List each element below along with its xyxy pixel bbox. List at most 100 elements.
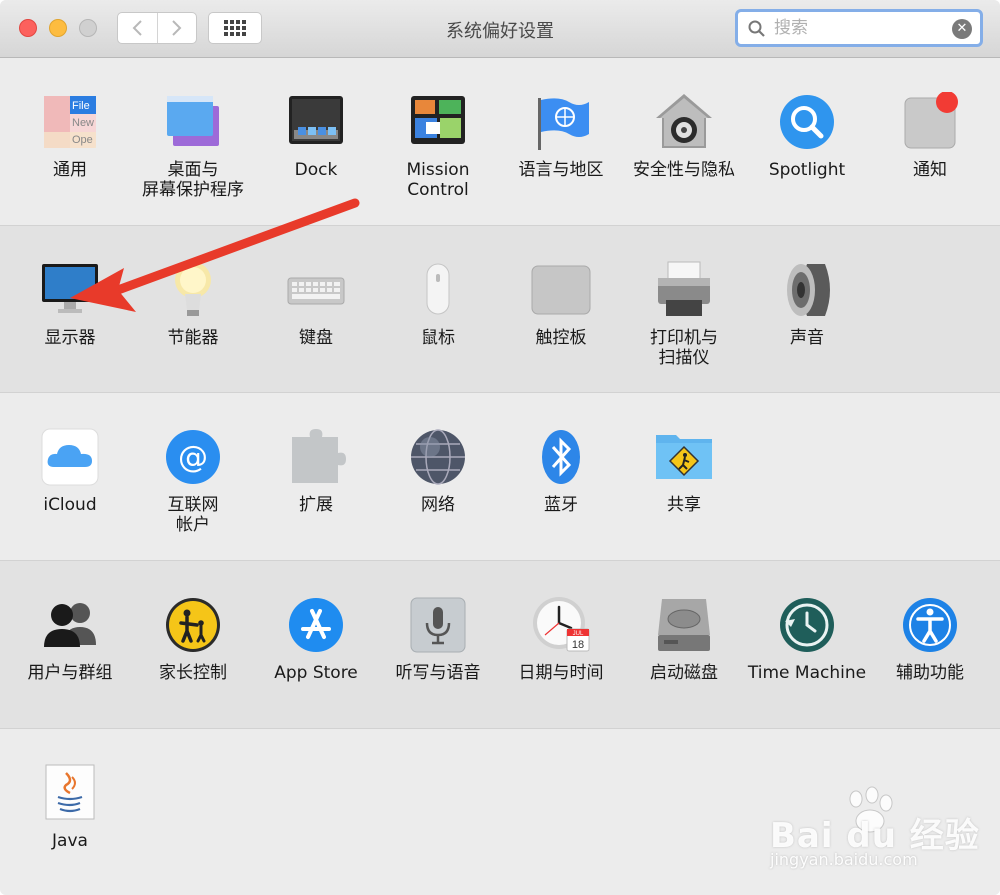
keyboard-icon [286,260,346,320]
back-button[interactable] [118,13,157,43]
svg-text:@: @ [178,440,208,475]
pane-security-privacy[interactable]: 安全性与隐私 [623,92,745,180]
desktop-screensaver-icon [163,92,223,152]
pane-extensions[interactable]: 扩展 [255,427,377,515]
close-window-button[interactable] [19,19,37,37]
pane-accessibility[interactable]: 辅助功能 [869,595,991,683]
pane-desktop-screensaver[interactable]: 桌面与 屏幕保护程序 [132,92,254,200]
window-title: 系统偏好设置 [446,21,554,42]
pane-date-time[interactable]: JUL 18 日期与时间 [500,595,622,683]
pane-label: Dock [294,160,338,180]
pane-internet-accounts[interactable]: @ 互联网 帐户 [132,427,254,535]
pane-bluetooth[interactable]: 蓝牙 [500,427,622,515]
pane-label: 听写与语音 [395,663,481,683]
grid-icon [224,20,246,36]
internet-wireless-section: iCloud @ 互联网 帐户 扩展 网络 蓝牙 共享 [0,393,1000,561]
pane-label: 通用 [53,160,87,180]
forward-button[interactable] [156,13,196,43]
pane-sharing[interactable]: 共享 [623,427,745,515]
sharing-icon [654,427,714,487]
pane-spotlight[interactable]: Spotlight [746,92,868,180]
parental-controls-icon [163,595,223,655]
clear-search-button[interactable]: ✕ [952,19,972,39]
pane-label: 启动磁盘 [650,663,718,683]
dictation-speech-icon [408,595,468,655]
pane-startup-disk[interactable]: 启动磁盘 [623,595,745,683]
pane-label: iCloud [43,495,97,515]
spotlight-icon [777,92,837,152]
users-groups-icon [40,595,100,655]
pane-label: 打印机与 扫描仪 [650,328,718,368]
pane-label: 节能器 [167,328,219,348]
pane-label: 网络 [421,495,455,515]
general-icon: File New Ope [40,92,100,152]
title-bar: 系统偏好设置 ✕ [0,0,1000,58]
pane-printers-scanners[interactable]: 打印机与 扫描仪 [623,260,745,368]
pane-label: 家长控制 [159,663,227,683]
pane-label: 声音 [790,328,824,348]
pane-keyboard[interactable]: 键盘 [255,260,377,348]
startup-disk-icon [654,595,714,655]
system-section: 用户与群组 家长控制 App Store 听写与语音 JUL 18 日期与时间 … [0,561,1000,729]
pane-mouse[interactable]: 鼠标 [377,260,499,348]
svg-text:18: 18 [572,639,584,651]
watermark-url: jingyan.baidu.com [770,850,918,869]
pane-mission-control[interactable]: Mission Control [377,92,499,200]
pane-displays[interactable]: 显示器 [9,260,131,348]
pane-label: 桌面与 屏幕保护程序 [142,160,244,200]
app-store-icon [286,595,346,655]
pane-label: 键盘 [299,328,333,348]
extensions-icon [286,427,346,487]
chevron-right-icon [172,20,182,36]
svg-text:New: New [72,117,94,129]
pane-network[interactable]: 网络 [377,427,499,515]
pane-label: 日期与时间 [518,663,604,683]
pane-sound[interactable]: 声音 [746,260,868,348]
date-time-icon: JUL 18 [531,595,591,655]
svg-text:Ope: Ope [72,134,93,146]
chevron-left-icon [133,20,143,36]
pane-icloud[interactable]: iCloud [9,427,131,515]
search-input[interactable] [774,16,944,40]
pane-label: 鼠标 [421,328,455,348]
pane-trackpad[interactable]: 触控板 [500,260,622,348]
search-icon [748,20,765,37]
minimize-window-button[interactable] [49,19,67,37]
pane-general[interactable]: File New Ope 通用 [9,92,131,180]
pane-notifications[interactable]: 通知 [869,91,991,180]
pane-java[interactable]: Java [9,763,131,851]
pane-label: 共享 [667,495,701,515]
pane-label: 蓝牙 [544,495,578,515]
pane-dock[interactable]: Dock [255,92,377,180]
pane-label: 安全性与隐私 [633,160,735,180]
dock-icon [286,92,346,152]
displays-icon [40,260,100,320]
pane-label: 用户与群组 [27,663,113,683]
svg-text:JUL: JUL [573,631,584,637]
pane-app-store[interactable]: App Store [255,595,377,683]
pane-energy-saver[interactable]: 节能器 [132,260,254,348]
navigation-buttons [117,12,197,44]
pane-parental-controls[interactable]: 家长控制 [132,595,254,683]
pane-label: 互联网 帐户 [167,495,219,535]
pane-label: 通知 [913,160,947,180]
energy-saver-icon [163,260,223,320]
notifications-icon [900,91,960,152]
pane-label: 显示器 [44,328,96,348]
pane-users-groups[interactable]: 用户与群组 [9,595,131,683]
pane-dictation-speech[interactable]: 听写与语音 [377,595,499,683]
show-all-button[interactable] [208,12,262,44]
system-preferences-window: 系统偏好设置 ✕ File New Ope 通用 [0,0,1000,895]
mouse-icon [408,260,468,320]
hardware-section: 显示器 节能器 键盘 鼠标 触控板 打印机与 扫描仪 声音 [0,226,1000,393]
pane-label: Mission Control [406,160,470,200]
internet-accounts-icon: @ [163,427,223,487]
pane-language-region[interactable]: 语言与地区 [500,92,622,180]
pane-time-machine[interactable]: Time Machine [746,595,868,683]
pane-label: 语言与地区 [518,160,604,180]
icloud-icon [40,427,100,487]
bluetooth-icon [531,427,591,487]
search-field[interactable]: ✕ [735,9,983,47]
zoom-window-button[interactable] [79,19,97,37]
pane-label: Time Machine [747,663,867,683]
